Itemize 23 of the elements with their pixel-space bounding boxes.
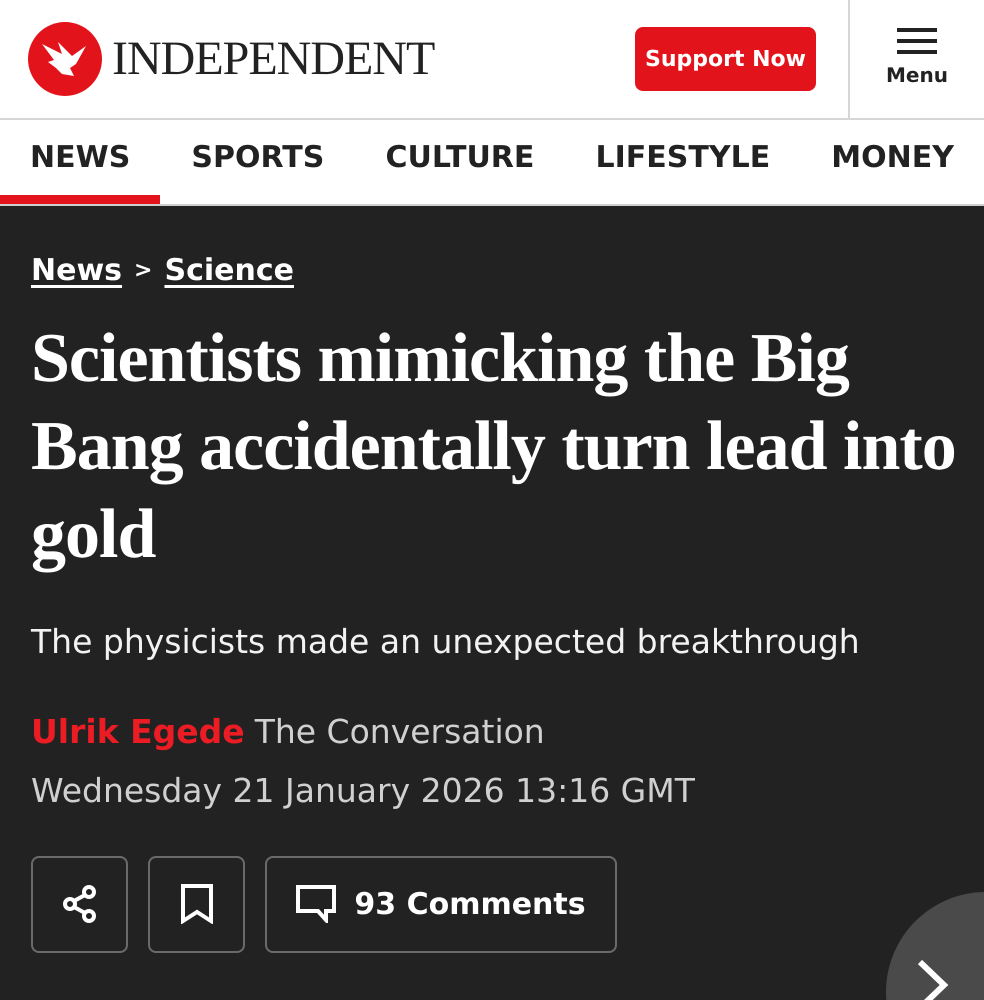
comments-button[interactable]: 93 Comments — [265, 856, 617, 952]
nav-tab[interactable]: SPORTS — [161, 120, 354, 204]
breadcrumb-separator: > — [134, 257, 152, 285]
article-headline: Scientists mimicking the Big Bang accidentally turn lead into gold — [31, 319, 957, 575]
nav-tab[interactable]: NEWS — [0, 120, 160, 204]
article-standfirst: The physicists made an unexpected breakthrough — [31, 621, 861, 663]
breadcrumb-link[interactable]: News — [31, 248, 122, 293]
nav-tab[interactable]: LIFESTYLE — [566, 120, 800, 204]
logo-wordmark[interactable]: INDEPENDENT — [112, 35, 434, 83]
author-link[interactable]: Ulrik Egede — [31, 706, 245, 756]
publish-date: Wednesday 21 January 2026 13:16 GMT — [31, 770, 696, 812]
bookmark-button[interactable] — [148, 856, 245, 952]
share-icon — [62, 885, 98, 923]
nav-tab[interactable]: MONEY — [801, 120, 984, 204]
bookmark-icon — [180, 884, 212, 924]
speech-bubble-icon — [296, 885, 336, 923]
menu-icon — [897, 28, 937, 54]
chevron-right-icon — [916, 958, 950, 1000]
share-button[interactable] — [31, 856, 128, 952]
breadcrumb-link[interactable]: Science — [164, 248, 294, 293]
nav-tab[interactable]: CULTURE — [355, 120, 564, 204]
support-now-button[interactable]: Support Now — [635, 27, 816, 91]
publication-name: The Conversation — [254, 710, 545, 752]
